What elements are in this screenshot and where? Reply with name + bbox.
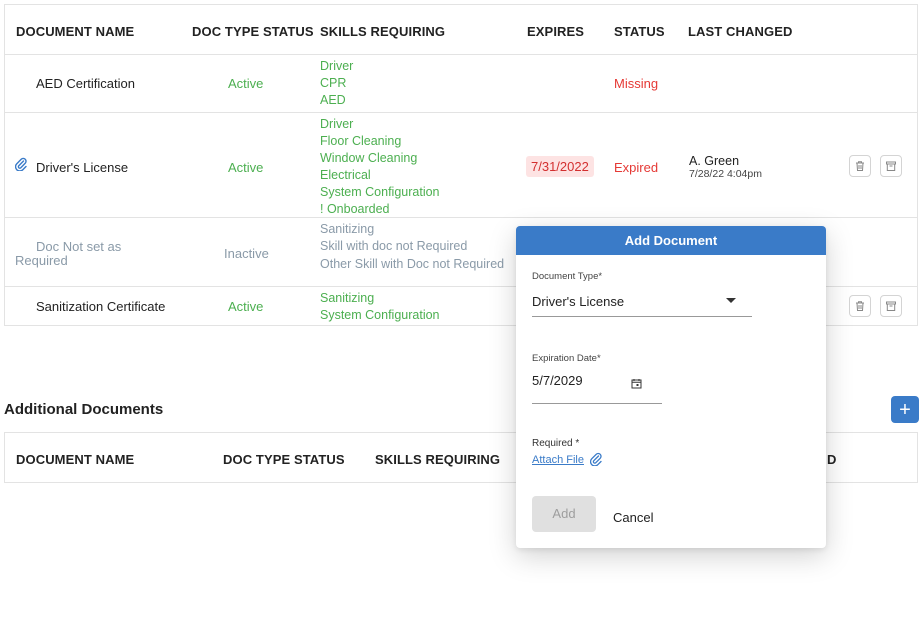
archive-button[interactable]	[880, 295, 902, 317]
changed-by: A. Green	[689, 154, 740, 168]
skills-list: Driver Floor Cleaning Window Cleaning El…	[320, 116, 440, 218]
table-header: DOCUMENT NAME DOC TYPE STATUS SKILLS REQ…	[5, 4, 917, 55]
archive-button[interactable]	[880, 155, 902, 177]
archive-icon	[886, 301, 896, 311]
date-underline	[532, 403, 662, 404]
header-skills-requiring[interactable]: SKILLS REQUIRING	[375, 452, 500, 467]
attach-file-link[interactable]: Attach File	[532, 454, 584, 466]
delete-button[interactable]	[849, 155, 871, 177]
trash-icon	[856, 301, 864, 311]
additional-documents-title: Additional Documents	[4, 401, 164, 418]
skill-item: Sanitizing	[320, 291, 375, 305]
expiration-date-label: Expiration Date*	[532, 353, 601, 364]
changed-at: 7/28/22 4:04pm	[689, 168, 762, 180]
header-doc-type-status[interactable]: DOC TYPE STATUS	[192, 24, 314, 39]
skill-item: System Configuration	[320, 308, 440, 322]
header-document-name[interactable]: DOCUMENT NAME	[16, 24, 134, 39]
skill-item: System Configuration	[320, 185, 440, 199]
document-type-value: Driver's License	[532, 294, 625, 309]
dialog-title: Add Document	[516, 226, 826, 255]
skill-item: Sanitizing	[320, 222, 375, 236]
doc-type-status: Active	[228, 299, 264, 314]
skill-item: Window Cleaning	[320, 151, 418, 165]
skill-item: Floor Cleaning	[320, 134, 402, 148]
expiration-date-input[interactable]: 5/7/2029	[532, 370, 662, 404]
doc-type-status: Inactive	[224, 246, 269, 261]
skill-item: AED	[320, 93, 346, 107]
doc-type-status: Active	[228, 76, 264, 91]
delete-button[interactable]	[849, 295, 871, 317]
skills-list: Sanitizing Skill with doc not Required O…	[320, 221, 505, 271]
document-name: Driver's License	[36, 160, 129, 175]
skill-item: Electrical	[320, 168, 371, 182]
header-expires[interactable]: EXPIRES	[527, 24, 584, 39]
cancel-button[interactable]: Cancel	[613, 510, 653, 525]
add-document-button[interactable]: +	[891, 396, 919, 423]
paperclip-icon[interactable]	[14, 157, 27, 174]
expiration-date-badge: 7/31/2022	[526, 156, 594, 177]
add-button[interactable]: Add	[532, 496, 596, 532]
header-last-changed[interactable]: LAST CHANGED	[688, 24, 792, 39]
table-row[interactable]: Driver's License Active Driver Floor Cle…	[5, 113, 917, 218]
document-type-label: Document Type*	[532, 271, 603, 282]
chevron-down-icon	[726, 298, 736, 303]
header-status[interactable]: STATUS	[614, 24, 665, 39]
document-type-select[interactable]: Driver's License	[532, 288, 752, 317]
skill-item: Skill with doc not Required	[320, 239, 468, 253]
add-document-dialog: Add Document Document Type* Driver's Lic…	[516, 226, 826, 548]
header-doc-type-status[interactable]: DOC TYPE STATUS	[223, 452, 345, 467]
plus-icon: +	[899, 398, 911, 421]
status-badge: Expired	[614, 160, 659, 175]
skill-item: Other Skill with Doc not Required	[320, 257, 505, 271]
calendar-icon[interactable]	[631, 376, 642, 394]
skill-item: CPR	[320, 76, 347, 90]
table-row[interactable]: AED Certification Active Driver CPR AED …	[5, 55, 917, 113]
header-skills-requiring[interactable]: SKILLS REQUIRING	[320, 24, 445, 39]
document-name: Doc Not set as Required	[15, 239, 122, 268]
skill-item: Driver	[320, 117, 354, 131]
header-last-changed[interactable]: D	[827, 452, 837, 467]
last-changed: A. Green 7/28/22 4:04pm	[689, 154, 762, 180]
skills-list: Sanitizing System Configuration	[320, 290, 440, 324]
select-underline	[532, 316, 752, 317]
skill-item: ! Onboarded	[320, 202, 390, 216]
header-document-name[interactable]: DOCUMENT NAME	[16, 452, 134, 467]
expiration-date-value: 5/7/2029	[532, 373, 583, 388]
status-badge: Missing	[614, 76, 659, 91]
skills-list: Driver CPR AED	[320, 58, 353, 109]
doc-type-status: Active	[228, 160, 264, 175]
document-name: AED Certification	[36, 76, 135, 91]
archive-icon	[886, 161, 896, 171]
paperclip-icon[interactable]	[589, 452, 602, 471]
document-name: Sanitization Certificate	[36, 299, 166, 314]
trash-icon	[856, 161, 864, 171]
skill-item: Driver	[320, 59, 354, 73]
required-label: Required *	[532, 438, 580, 449]
